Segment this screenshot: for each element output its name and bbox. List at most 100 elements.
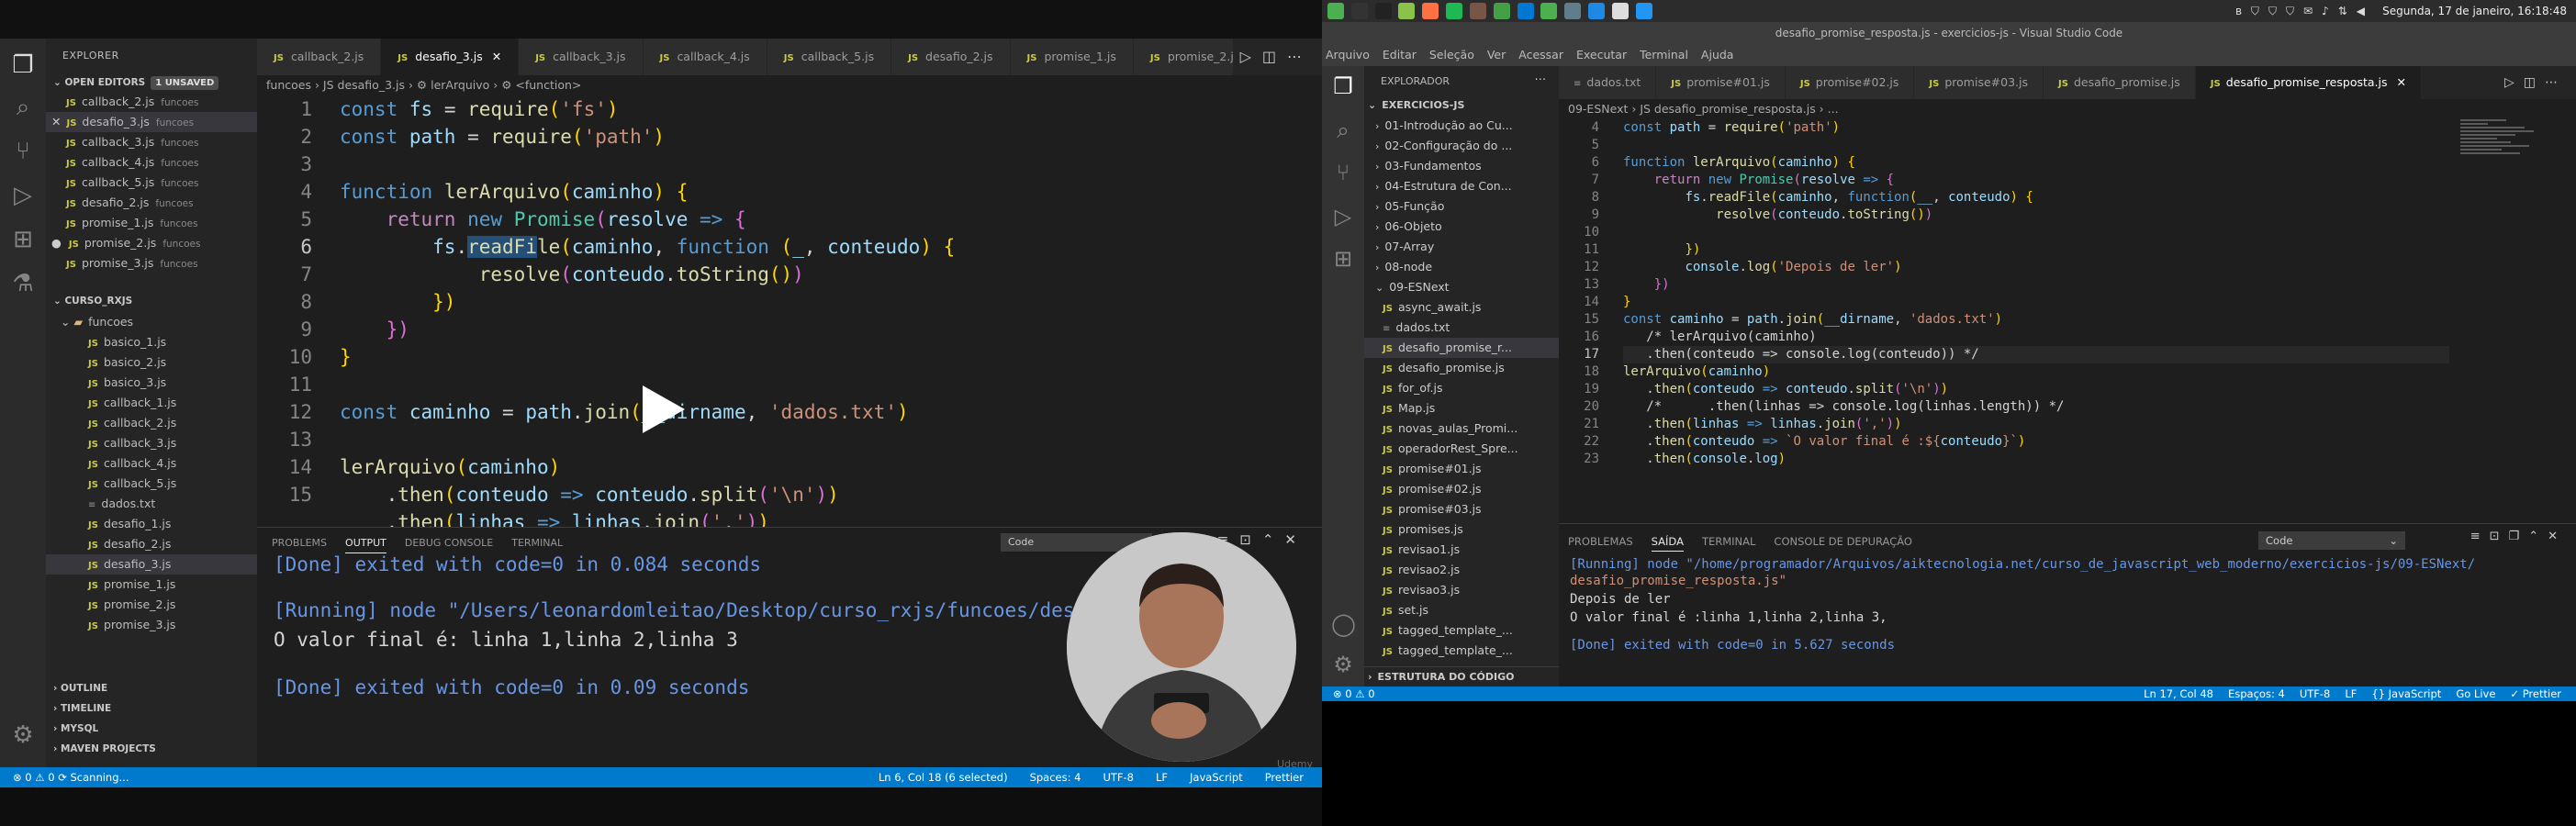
editor-tab[interactable]: JS desafio_2.js (891, 39, 1011, 75)
menu-item[interactable]: Ajuda (1701, 48, 1734, 61)
app-icon[interactable] (1611, 3, 1629, 19)
breadcrumb[interactable]: 09-ESNext › JS desafio_promise_resposta.… (1568, 99, 1839, 119)
panel-tab[interactable]: TERMINAL (1702, 531, 1755, 552)
menu-item[interactable]: Arquivo (1326, 48, 1370, 61)
folder-item[interactable]: › 02-Configuração do ... (1364, 136, 1559, 156)
status-item[interactable]: LF (2345, 687, 2357, 700)
file-item[interactable]: JS callback_4.js (46, 453, 257, 474)
show-desktop-icon[interactable] (1350, 3, 1368, 19)
file-item[interactable]: JS revisao1.js (1364, 540, 1559, 560)
file-item[interactable]: JS desafio_promise_r... (1364, 338, 1559, 358)
status-item[interactable]: ✓ Prettier (2510, 687, 2561, 700)
status-item[interactable]: Espaços: 4 (2228, 687, 2285, 700)
file-item[interactable]: JS desafio_3.js (46, 554, 257, 575)
code-editor[interactable]: 1 2 3 4 5 6 7 8 9 10 11 12 13 14 15 const fs = require… (257, 95, 1322, 527)
open-editor-item[interactable]: JS promise_3.js funcoes (46, 253, 257, 273)
folder-open[interactable]: ⌄ 09-ESNext (1364, 277, 1559, 297)
shield-icon[interactable]: ⛉ (2268, 5, 2286, 17)
file-item[interactable]: JS promise#01.js (1364, 459, 1559, 479)
status-problems[interactable]: ⊗ 0 ⚠ 0 (1333, 686, 1375, 701)
panel-tab[interactable]: CONSOLE DE DEPURAÇÃO (1774, 531, 1912, 552)
testing-icon[interactable]: ⚗ (11, 270, 35, 297)
status-item[interactable]: JavaScript (1190, 771, 1243, 784)
file-item[interactable]: JS basico_2.js (46, 352, 257, 373)
breadcrumb[interactable]: funcoes › JS desafio_3.js › ⚙ lerArquivo… (266, 75, 581, 95)
editor-tab[interactable]: JS promise#01.js (1656, 66, 1786, 99)
file-item[interactable]: JS callback_2.js (46, 413, 257, 433)
status-item[interactable]: UTF-8 (2300, 687, 2331, 700)
video-player[interactable]: ❐ ⌕ ⑂ ▷ ⊞ ⚗ ⚙ EXPLORER ⌄ OPEN EDITORS 1 U… (0, 0, 1322, 826)
file-item[interactable]: JS for_of.js (1364, 378, 1559, 398)
browser-icon[interactable] (1588, 3, 1606, 19)
files-icon[interactable]: ❐ (1331, 73, 1355, 99)
file-item[interactable]: JS operadorRest_Spre... (1364, 439, 1559, 459)
file-item[interactable]: JS promise_1.js (46, 575, 257, 595)
file-item[interactable]: JS Map.js (1364, 398, 1559, 419)
lock-icon[interactable]: ⊡ (2490, 530, 2509, 543)
settings-icon[interactable]: ⚙ (11, 721, 35, 749)
file-item[interactable]: JS callback_5.js (46, 474, 257, 494)
status-item[interactable]: Prettier (1265, 771, 1304, 784)
mail-icon[interactable]: ✉ (2303, 5, 2322, 17)
panel-tab[interactable]: PROBLEMS (272, 533, 327, 553)
run-icon[interactable]: ▷ (2504, 75, 2524, 90)
more-icon[interactable]: ⋯ (2545, 75, 2567, 90)
folder-item[interactable]: › 07-Array (1364, 237, 1559, 257)
file-item[interactable]: JS callback_3.js (46, 433, 257, 453)
menu-item[interactable]: Ver (1487, 48, 1506, 61)
editor-tab[interactable]: JS desafio_promise_resposta.js ✕ (2195, 66, 2422, 99)
editor-tab[interactable]: JS callback_4.js (643, 39, 767, 75)
open-editor-item[interactable]: JS callback_5.js funcoes (46, 173, 257, 193)
sidebar-section-timeline[interactable]: › TIMELINE (53, 699, 111, 718)
editor-tab[interactable]: JS callback_3.js (519, 39, 644, 75)
file-item[interactable]: JS basico_1.js (46, 332, 257, 352)
file-item[interactable]: JS async_await.js (1364, 297, 1559, 318)
status-item[interactable]: {} JavaScript (2371, 687, 2441, 700)
close-icon[interactable]: ✕ (2548, 530, 2567, 543)
panel-tab[interactable]: OUTPUT (345, 533, 386, 553)
open-editor-item[interactable]: JS callback_4.js funcoes (46, 152, 257, 173)
workspace-root[interactable]: ⌄ EXERCICIOS-JS (1364, 95, 1559, 116)
menu-item[interactable]: Editar (1383, 48, 1417, 61)
status-item[interactable]: UTF-8 (1103, 771, 1134, 784)
terminal-icon[interactable] (1374, 3, 1392, 19)
run-icon[interactable]: ▷ (1240, 48, 1262, 65)
open-editor-item[interactable]: JS desafio_2.js funcoes (46, 193, 257, 213)
status-item[interactable]: Spaces: 4 (1030, 771, 1081, 784)
more-icon[interactable]: ⋯ (1287, 48, 1313, 65)
panel-tab[interactable]: SAÍDA (1651, 531, 1684, 552)
status-item[interactable]: Go Live (2456, 687, 2495, 700)
music-icon[interactable]: ♪ (2322, 5, 2338, 17)
files-icon[interactable]: ❐ (11, 51, 35, 79)
open-editor-item[interactable]: JS promise_1.js funcoes (46, 213, 257, 233)
file-item[interactable]: ≡ dados.txt (46, 494, 257, 514)
run-debug-icon[interactable]: ▷ (11, 182, 35, 209)
status-item[interactable]: LF (1156, 771, 1168, 784)
file-item[interactable]: JS promises.js (1364, 519, 1559, 540)
close-icon[interactable]: ✕ (492, 50, 501, 63)
editor-tab[interactable]: ≡ dados.txt (1559, 66, 1657, 99)
vscode-icon[interactable] (1517, 3, 1534, 19)
editor-tab[interactable]: JS promise#03.js (1914, 66, 2044, 99)
folder-item[interactable]: › 05-Função (1364, 196, 1559, 217)
file-item[interactable]: JS revisao2.js (1364, 560, 1559, 580)
code-editor[interactable]: 4 5 6 7 8 9 10 11 12 13 14 15 16 17 18 19 20 21 22 23 const… (1559, 119, 2477, 523)
editor-tab[interactable]: JS callback_2.js (257, 39, 382, 75)
file-item[interactable]: JS desafio_2.js (46, 534, 257, 554)
firefox-icon[interactable] (1422, 3, 1439, 19)
project-header[interactable]: ⌄ CURSO_RXJS (53, 292, 132, 310)
folder-item[interactable]: › 04-Estrutura de Con... (1364, 176, 1559, 196)
panel-tab[interactable]: TERMINAL (511, 533, 563, 553)
maximize-icon[interactable]: ⌃ (2528, 530, 2548, 543)
source-control-icon[interactable]: ⑂ (1331, 160, 1355, 185)
sidebar-section-outline[interactable]: › OUTLINE (53, 679, 107, 698)
shield-icon[interactable]: ⛉ (2251, 5, 2268, 17)
menu-item[interactable]: Seleção (1429, 48, 1474, 61)
folder-funcoes[interactable]: ⌄ ▰ funcoes (46, 312, 257, 332)
split-editor-icon[interactable]: ◫ (2524, 75, 2545, 90)
editor-icon[interactable] (1493, 3, 1510, 19)
more-icon[interactable]: ⋯ (1535, 72, 1547, 85)
file-item[interactable]: JS basico_3.js (46, 373, 257, 393)
extensions-icon[interactable]: ⊞ (11, 226, 35, 253)
editor-tab[interactable]: JS desafio_3.js ✕ (381, 39, 520, 75)
